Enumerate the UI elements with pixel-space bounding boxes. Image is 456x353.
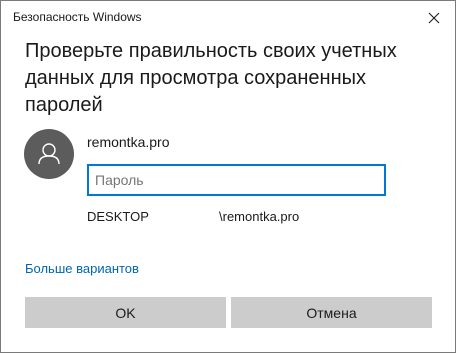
domain-label: DESKTOP — [87, 209, 149, 224]
account-name: remontka.pro — [87, 134, 170, 150]
dialog-headline: Проверьте правильность своих учетных дан… — [25, 40, 397, 116]
title-bar: Безопасность Windows — [1, 1, 455, 35]
cancel-button[interactable]: Отмена — [231, 297, 432, 328]
password-field[interactable] — [87, 164, 386, 196]
ok-button[interactable]: OK — [25, 297, 226, 328]
window-title: Безопасность Windows — [13, 10, 142, 24]
avatar — [24, 129, 74, 179]
close-button[interactable] — [419, 4, 449, 32]
domain-value: \remontka.pro — [219, 209, 300, 224]
more-options-link[interactable]: Больше вариантов — [25, 261, 139, 276]
close-icon — [428, 12, 440, 24]
credential-dialog: Безопасность Windows Проверьте правильно… — [0, 0, 456, 353]
user-icon — [38, 143, 60, 165]
